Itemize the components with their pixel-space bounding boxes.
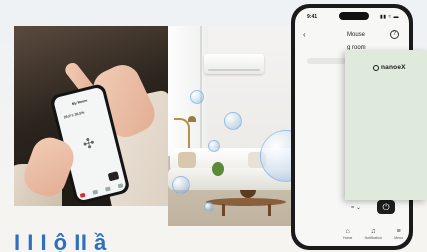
potted-plant [212, 162, 224, 176]
power-button[interactable]: ⏻ [377, 200, 395, 214]
fruit-bowl [240, 190, 256, 198]
cushion [178, 152, 196, 168]
status-icons: ▮▮ ≈ ▬ [379, 14, 399, 20]
back-icon[interactable]: ‹ [303, 30, 306, 39]
fan-mode-selector[interactable]: ≈ ⌄ [351, 204, 361, 211]
nanoe-card: nanoeX [345, 50, 427, 200]
fan-icon: ✣ [81, 134, 97, 153]
tab-menu[interactable]: ≡ Menu [394, 228, 403, 240]
dynamic-island [339, 12, 369, 20]
tab-icon [105, 186, 111, 192]
nanoe-bubble [208, 140, 220, 152]
nanoe-bubble [172, 176, 190, 194]
nanoe-bubble [204, 202, 214, 212]
air-conditioner [204, 54, 264, 74]
hands-phone-photo: My Room 25.0°c 35.5% ✣ [14, 26, 170, 206]
nanoe-brand: nanoeX [381, 64, 406, 71]
small-phone-temperature: 25.0°c 35.5% [63, 110, 85, 120]
tab-home[interactable]: ⌂ Home [343, 228, 352, 240]
help-icon[interactable]: ? [390, 30, 399, 39]
house-label: Mouse [347, 32, 366, 38]
tab-icon [92, 189, 99, 195]
table-leg [268, 204, 271, 216]
home-icon: ⌂ [345, 228, 350, 235]
wall-lamp [174, 118, 190, 150]
bell-icon: ♫ [370, 228, 376, 235]
promo-banner: My Room 25.0°c 35.5% ✣ 9:41 ▮▮ ≈ ▬ ‹ Mou… [0, 0, 427, 252]
lamp-shade [188, 116, 196, 122]
table-leg [222, 204, 225, 216]
coffee-table [206, 198, 286, 206]
menu-icon: ≡ [396, 228, 401, 235]
nanoe-bubble [224, 112, 242, 130]
small-phone-title: My Room [71, 98, 88, 107]
tab-icon [117, 183, 124, 189]
page-heading: I I I ộ II ầ [14, 230, 107, 252]
status-time: 9:41 [307, 14, 318, 20]
home-tab-icon [79, 192, 86, 198]
bottom-tab-bar: ⌂ Home ♫ Notification ≡ Menu [343, 228, 403, 240]
nanoe-logo-icon [373, 65, 379, 71]
power-icon [107, 171, 120, 182]
nanoe-bubble [190, 90, 204, 104]
tab-notification[interactable]: ♫ Notification [365, 228, 382, 240]
